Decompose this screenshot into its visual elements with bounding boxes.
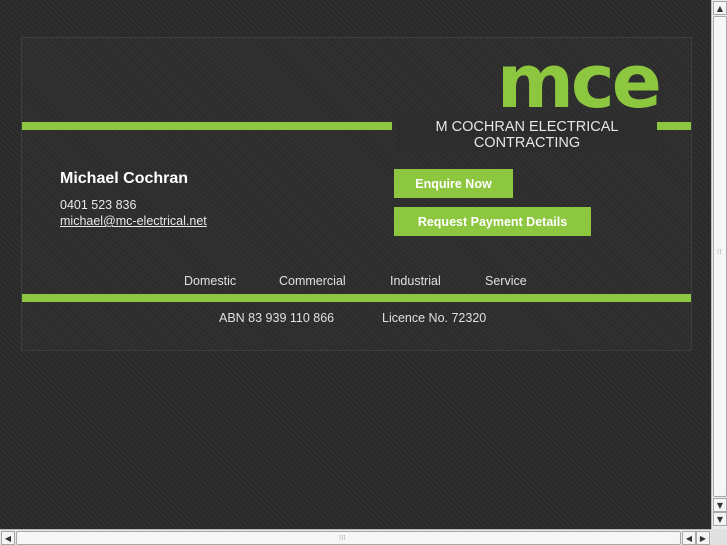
arrow-down-icon[interactable]: ▼ [713, 512, 727, 526]
top-accent-bar-right [656, 122, 691, 130]
horizontal-grip-icon: ⁞⁞⁞ [339, 534, 346, 542]
contact-phone: 0401 523 836 [60, 198, 137, 212]
vertical-grip-icon: ⁞⁞ [717, 248, 722, 256]
horizontal-scrollbar[interactable]: ◀ ⁞⁞⁞ ◀ ▶ [0, 529, 711, 545]
page-viewport: mce M COCHRAN ELECTRICAL CONTRACTING Mic… [0, 0, 711, 529]
vertical-scroll-thumb[interactable]: ⁞⁞ [713, 16, 727, 497]
scrollbar-corner [711, 529, 727, 545]
enquire-now-button[interactable]: Enquire Now [394, 169, 513, 198]
business-card: mce M COCHRAN ELECTRICAL CONTRACTING Mic… [21, 37, 692, 351]
vertical-scrollbar[interactable]: ▲ ⁞⁞ ▼ ▼ [711, 0, 727, 529]
contact-email-link[interactable]: michael@mc-electrical.net [60, 214, 207, 228]
mce-logo: mce [496, 39, 662, 125]
nav-commercial[interactable]: Commercial [279, 274, 346, 288]
abn-text: ABN 83 939 110 866 [219, 311, 335, 325]
contact-name: Michael Cochran [60, 170, 189, 187]
company-tagline: M COCHRAN ELECTRICAL CONTRACTING [397, 119, 657, 151]
bottom-accent-bar [22, 294, 691, 302]
arrow-down-icon[interactable]: ▼ [713, 498, 727, 512]
licence-text: Licence No. 72320 [382, 311, 487, 325]
horizontal-scroll-thumb[interactable]: ⁞⁞⁞ [16, 531, 681, 545]
arrow-right-icon[interactable]: ▶ [696, 531, 710, 545]
nav-service[interactable]: Service [485, 274, 527, 288]
nav-industrial[interactable]: Industrial [390, 274, 441, 288]
arrow-left-icon[interactable]: ◀ [1, 531, 15, 545]
nav-domestic[interactable]: Domestic [184, 274, 236, 288]
arrow-left-icon[interactable]: ◀ [682, 531, 696, 545]
arrow-up-icon[interactable]: ▲ [713, 1, 727, 15]
top-accent-bar-left [22, 122, 392, 130]
request-payment-button[interactable]: Request Payment Details [394, 207, 591, 236]
